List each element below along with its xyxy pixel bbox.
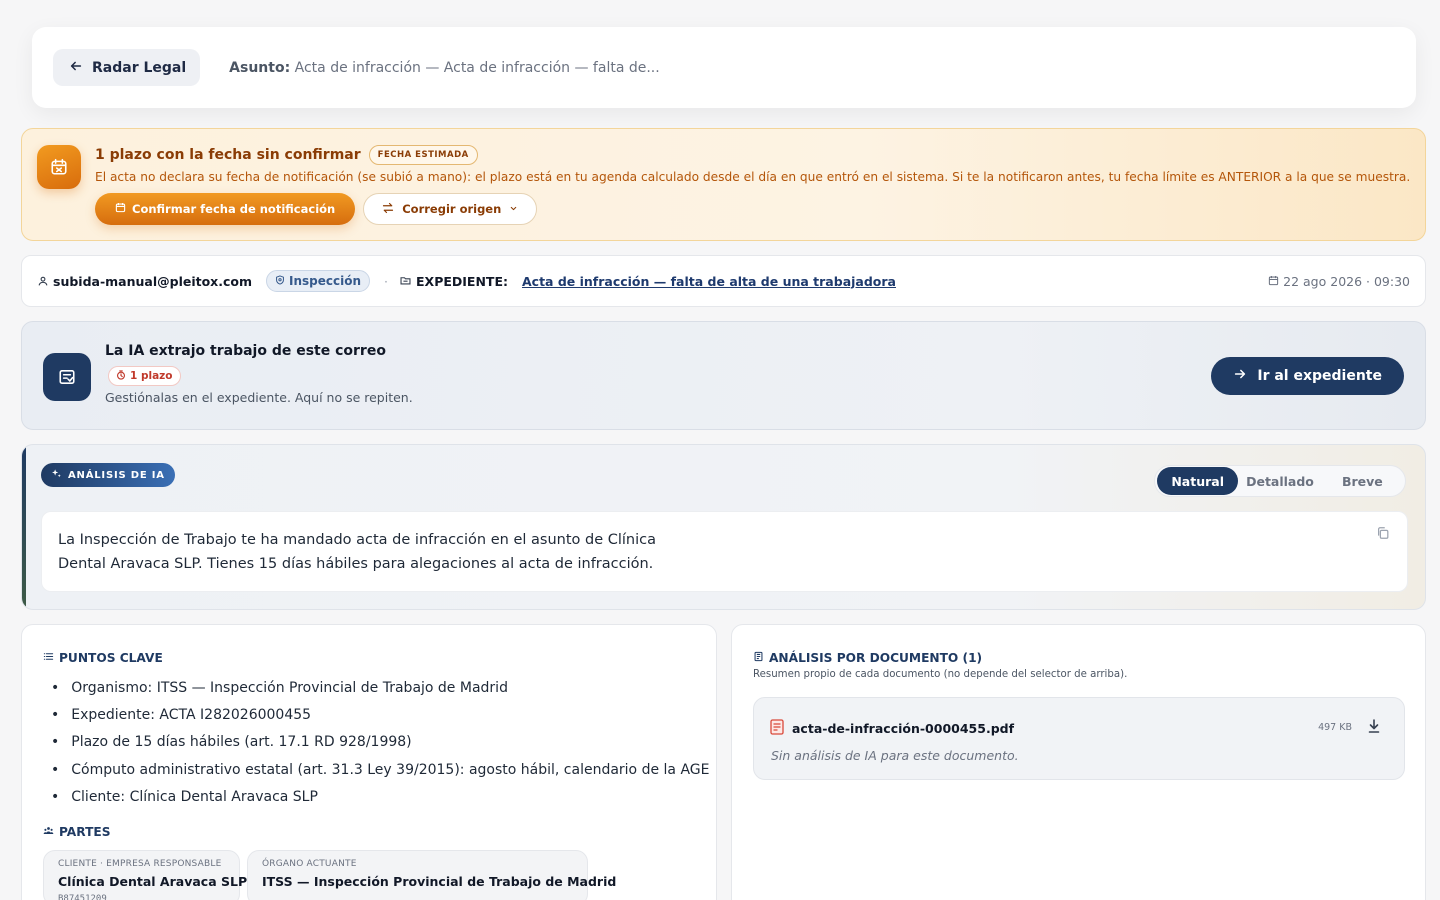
document-name[interactable]: acta-de-infracción-0000455.pdf — [792, 721, 1014, 736]
separator-dot: · — [384, 273, 389, 289]
back-to-radar-legal-button[interactable]: Radar Legal — [53, 49, 201, 86]
download-icon[interactable] — [1368, 718, 1380, 733]
calendar-icon — [1268, 274, 1279, 289]
list-icon — [43, 651, 54, 665]
sender-email: subida-manual@pleitox.com — [53, 273, 253, 289]
expediente-label: EXPEDIENTE: — [400, 274, 508, 289]
subject-label: Asunto: — [229, 59, 291, 76]
list-item: Plazo de 15 días hábiles (art. 17.1 RD 9… — [51, 729, 709, 756]
ai-extract-title: La IA extrajo trabajo de este correo — [105, 343, 386, 359]
email-meta-row: subida-manual@pleitox.com Inspección · E… — [21, 255, 1426, 307]
back-button-label: Radar Legal — [92, 59, 187, 76]
key-points-heading: PUNTOS CLAVE — [43, 651, 163, 665]
deadline-count-badge: 1 plazo — [108, 366, 181, 386]
go-button-label: Ir al expediente — [1257, 368, 1382, 384]
fix-origin-dropdown-button[interactable]: Corregir origen — [363, 193, 538, 225]
party-name: ITSS — Inspección Provincial de Trabajo … — [262, 874, 617, 889]
deadline-count-label: 1 plazo — [130, 370, 173, 382]
key-points-list: Organismo: ITSS — Inspección Provincial … — [51, 674, 709, 810]
party-card-authority[interactable]: ÓRGANO ACTUANTE ITSS — Inspección Provin… — [247, 850, 617, 900]
pdf-icon — [770, 719, 784, 738]
ai-analysis-card: ANÁLISIS DE IA Natural Detallado Breve L… — [21, 444, 1426, 610]
banner-text: El acta no declara su fecha de notificac… — [95, 170, 1411, 184]
go-to-expediente-button[interactable]: Ir al expediente — [1211, 357, 1404, 395]
accent-bar — [22, 445, 26, 609]
stopwatch-icon — [116, 369, 126, 383]
parties-heading-text: PARTES — [59, 825, 111, 839]
category-label: Inspección — [289, 274, 362, 288]
subject-breadcrumb: Asunto: Acta de infracción — Acta de inf… — [229, 60, 660, 76]
calendar-icon — [115, 202, 126, 216]
arrow-left-icon — [69, 59, 83, 77]
party-role: CLIENTE · EMPRESA RESPONSABLE — [58, 859, 222, 869]
ai-analysis-badge: ANÁLISIS DE IA — [41, 463, 175, 487]
expediente-link[interactable]: Acta de infracción — falta de alta de un… — [522, 274, 896, 289]
mode-brief-tab[interactable]: Breve — [1322, 467, 1403, 495]
confirm-button-label: Confirmar fecha de notificación — [132, 202, 336, 216]
banner-actions: Confirmar fecha de notificación Corregir… — [95, 193, 538, 225]
subject-value: Acta de infracción — Acta de infracción … — [294, 59, 660, 76]
banner-title-row: 1 plazo con la fecha sin confirmar FECHA… — [95, 145, 478, 165]
document-analysis-status: Sin análisis de IA para este documento. — [771, 748, 1019, 763]
swap-icon — [382, 202, 394, 217]
party-role: ÓRGANO ACTUANTE — [262, 859, 357, 869]
list-item: Cliente: Clínica Dental Aravaca SLP — [51, 783, 709, 810]
top-header: Radar Legal Asunto: Acta de infracción —… — [32, 27, 1416, 108]
ai-extracted-work-card: La IA extrajo trabajo de este correo 1 p… — [21, 321, 1426, 430]
banner-title: 1 plazo con la fecha sin confirmar — [95, 147, 361, 163]
email-date-text: 22 ago 2026 · 09:30 — [1283, 273, 1410, 289]
confirm-notification-date-button[interactable]: Confirmar fecha de notificación — [95, 193, 356, 225]
mode-detailed-tab[interactable]: Detallado — [1238, 467, 1321, 495]
party-tax-id: B87451209 — [58, 894, 107, 900]
document-icon — [753, 651, 764, 665]
category-pill[interactable]: Inspección — [266, 270, 371, 292]
parties-heading: PARTES — [43, 825, 111, 839]
list-item: Expediente: ACTA I282026000455 — [51, 701, 709, 728]
summary-line-2: Dental Aravaca SLP. Tienes 15 días hábil… — [58, 556, 654, 572]
unconfirmed-deadline-banner: 1 plazo con la fecha sin confirmar FECHA… — [21, 128, 1426, 241]
party-card-client[interactable]: CLIENTE · EMPRESA RESPONSABLE Clínica De… — [43, 850, 248, 900]
summary-line-1: La Inspección de Trabajo te ha mandado a… — [58, 532, 656, 548]
arrow-right-icon — [1233, 367, 1247, 385]
document-analysis-card: ANÁLISIS POR DOCUMENTO (1) Resumen propi… — [731, 624, 1426, 900]
key-points-card: PUNTOS CLAVE Organismo: ITSS — Inspecció… — [21, 624, 717, 900]
ai-badge-label: ANÁLISIS DE IA — [68, 469, 165, 481]
folder-icon — [400, 274, 411, 289]
sparkles-icon — [51, 468, 62, 482]
expediente-label-text: EXPEDIENTE: — [416, 273, 508, 289]
checklist-icon — [43, 353, 91, 401]
fix-button-label: Corregir origen — [402, 202, 502, 216]
summary-mode-selector: Natural Detallado Breve — [1154, 465, 1406, 497]
key-points-heading-text: PUNTOS CLAVE — [59, 651, 163, 665]
document-item[interactable]: acta-de-infracción-0000455.pdf 497 KB Si… — [753, 697, 1405, 780]
documents-heading-text: ANÁLISIS POR DOCUMENTO (1) — [769, 651, 983, 665]
sender: subida-manual@pleitox.com — [38, 274, 252, 289]
user-icon — [38, 274, 48, 289]
people-icon — [43, 825, 54, 839]
ai-summary-box: La Inspección de Trabajo te ha mandado a… — [41, 511, 1408, 592]
estimated-date-badge: FECHA ESTIMADA — [368, 145, 478, 165]
documents-heading: ANÁLISIS POR DOCUMENTO (1) — [753, 651, 982, 665]
party-name: Clínica Dental Aravaca SLP — [58, 874, 248, 889]
document-name-row: acta-de-infracción-0000455.pdf — [770, 719, 1014, 738]
calendar-warning-icon — [37, 145, 81, 189]
ai-extract-subtitle: Gestiónalas en el expediente. Aquí no se… — [105, 390, 413, 405]
shield-icon — [275, 274, 285, 288]
list-item: Organismo: ITSS — Inspección Provincial … — [51, 674, 709, 701]
documents-description: Resumen propio de cada documento (no dep… — [753, 669, 1128, 680]
copy-icon[interactable] — [1376, 524, 1390, 539]
mode-natural-tab[interactable]: Natural — [1157, 467, 1239, 495]
email-date: 22 ago 2026 · 09:30 — [1268, 274, 1410, 289]
chevron-down-icon — [509, 202, 518, 216]
document-size: 497 KB — [1318, 722, 1352, 733]
list-item: Cómputo administrativo estatal (art. 31.… — [51, 756, 709, 783]
